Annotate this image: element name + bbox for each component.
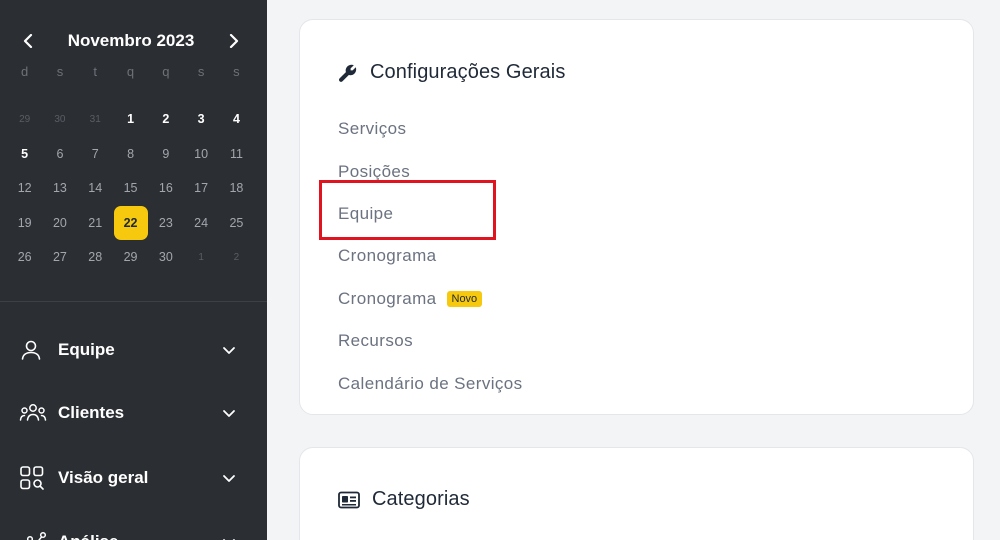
calendar-day-selected[interactable]: 22 (113, 205, 148, 241)
chevron-down-icon (223, 347, 235, 354)
calendar-grid: 29 30 31 1 2 3 4 5 6 7 8 9 10 11 12 13 1… (7, 102, 254, 275)
weekday-label: s (233, 64, 240, 79)
selected-day-label: 22 (113, 205, 148, 240)
sidebar-item-equipe[interactable]: Equipe (0, 330, 267, 370)
calendar-day[interactable]: 26 (7, 240, 42, 275)
calendar-day[interactable]: 5 (7, 137, 42, 172)
sidebar-item-analise[interactable]: Análise (0, 522, 267, 540)
weekday-label: s (56, 64, 64, 79)
weekday-label: s (197, 64, 205, 79)
calendar-day[interactable]: 15 (113, 171, 148, 206)
chevron-down-icon (223, 539, 235, 540)
settings-link-servicos[interactable]: Serviços (338, 108, 523, 150)
calendar-day[interactable]: 19 (7, 206, 42, 241)
calendar-day[interactable]: 11 (219, 137, 254, 172)
dashboard-icon (19, 464, 47, 492)
calendar-day[interactable]: 30 (42, 102, 77, 137)
calendar-day[interactable]: 1 (183, 240, 218, 275)
weekday-label: q (126, 64, 135, 79)
calendar-day[interactable]: 13 (42, 171, 77, 206)
calendar-day[interactable]: 17 (183, 171, 218, 206)
sidebar-item-clientes[interactable]: Clientes (0, 393, 267, 433)
calendar-day[interactable]: 20 (42, 206, 77, 241)
settings-link-calendario-servicos[interactable]: Calendário de Serviços (338, 362, 523, 404)
id-card-icon (338, 491, 360, 508)
chevron-right-icon (229, 34, 239, 48)
calendar-next-button[interactable] (224, 29, 244, 53)
categories-card-header: Categorias (338, 488, 470, 511)
settings-link-list: Serviços Posições Equipe Cronograma Cron… (338, 108, 523, 405)
analytics-icon (19, 528, 47, 540)
settings-card-title: Configurações Gerais (370, 61, 566, 83)
sidebar-item-visao-geral[interactable]: Visão geral (0, 458, 267, 498)
calendar-day[interactable]: 16 (148, 171, 183, 206)
wrench-icon (339, 64, 357, 82)
user-icon (19, 336, 47, 364)
users-icon (19, 399, 47, 427)
categories-card: Categorias (299, 447, 974, 540)
settings-link-equipe[interactable]: Equipe (338, 193, 523, 235)
calendar-day[interactable]: 27 (42, 240, 77, 275)
calendar-day[interactable]: 23 (148, 206, 183, 241)
weekday-label: t (93, 64, 98, 79)
sidebar-item-label: Visão geral (58, 468, 149, 487)
chevron-down-icon (223, 475, 235, 482)
weekday-label: q (162, 64, 170, 79)
calendar-day[interactable]: 3 (183, 102, 218, 137)
calendar-day[interactable]: 2 (219, 240, 254, 275)
calendar-day[interactable]: 4 (219, 102, 254, 137)
sidebar-item-label: Equipe (58, 340, 115, 359)
calendar-prev-button[interactable] (18, 29, 38, 53)
calendar-day[interactable]: 9 (148, 137, 183, 172)
settings-card-header: Configurações Gerais (338, 61, 565, 84)
calendar-day[interactable]: 21 (78, 206, 113, 241)
calendar-day[interactable]: 28 (78, 240, 113, 275)
calendar-day[interactable]: 30 (148, 240, 183, 275)
settings-link-recursos[interactable]: Recursos (338, 320, 523, 362)
calendar-header: Novembro 2023 (0, 29, 267, 53)
settings-link-label: Cronograma (338, 288, 437, 308)
settings-link-cronograma-novo[interactable]: Cronograma Novo (338, 278, 523, 320)
settings-link-posicoes[interactable]: Posições (338, 150, 523, 192)
calendar-month-title: Novembro 2023 (67, 31, 195, 50)
calendar-day[interactable]: 6 (42, 137, 77, 172)
calendar-weekdays: d s t q q s s (7, 63, 254, 81)
calendar-day[interactable]: 14 (78, 171, 113, 206)
settings-card: Configurações Gerais Serviços Posições E… (299, 19, 974, 415)
calendar-day[interactable]: 29 (7, 102, 42, 137)
calendar-day[interactable]: 2 (148, 102, 183, 137)
calendar-day[interactable]: 25 (219, 206, 254, 241)
calendar-day[interactable]: 31 (78, 102, 113, 137)
settings-link-cronograma[interactable]: Cronograma (338, 235, 523, 277)
sidebar-item-label: Clientes (58, 403, 125, 422)
calendar-day[interactable]: 18 (219, 171, 254, 206)
calendar-day[interactable]: 29 (113, 240, 148, 275)
new-badge: Novo (446, 290, 483, 307)
sidebar-item-label: Análise (58, 532, 118, 540)
calendar-day[interactable]: 8 (113, 137, 148, 172)
sidebar: Novembro 2023 d s t q q s s 29 30 31 1 2… (0, 0, 267, 540)
calendar-day[interactable]: 12 (7, 171, 42, 206)
chevron-left-icon (23, 34, 33, 48)
weekday-label: d (21, 64, 29, 79)
calendar-day[interactable]: 24 (183, 206, 218, 241)
chevron-down-icon (223, 410, 235, 417)
calendar-day[interactable]: 1 (113, 102, 148, 137)
categories-card-title: Categorias (372, 488, 470, 510)
sidebar-divider (0, 301, 267, 302)
calendar-day[interactable]: 7 (78, 137, 113, 172)
calendar-day[interactable]: 10 (183, 137, 218, 172)
